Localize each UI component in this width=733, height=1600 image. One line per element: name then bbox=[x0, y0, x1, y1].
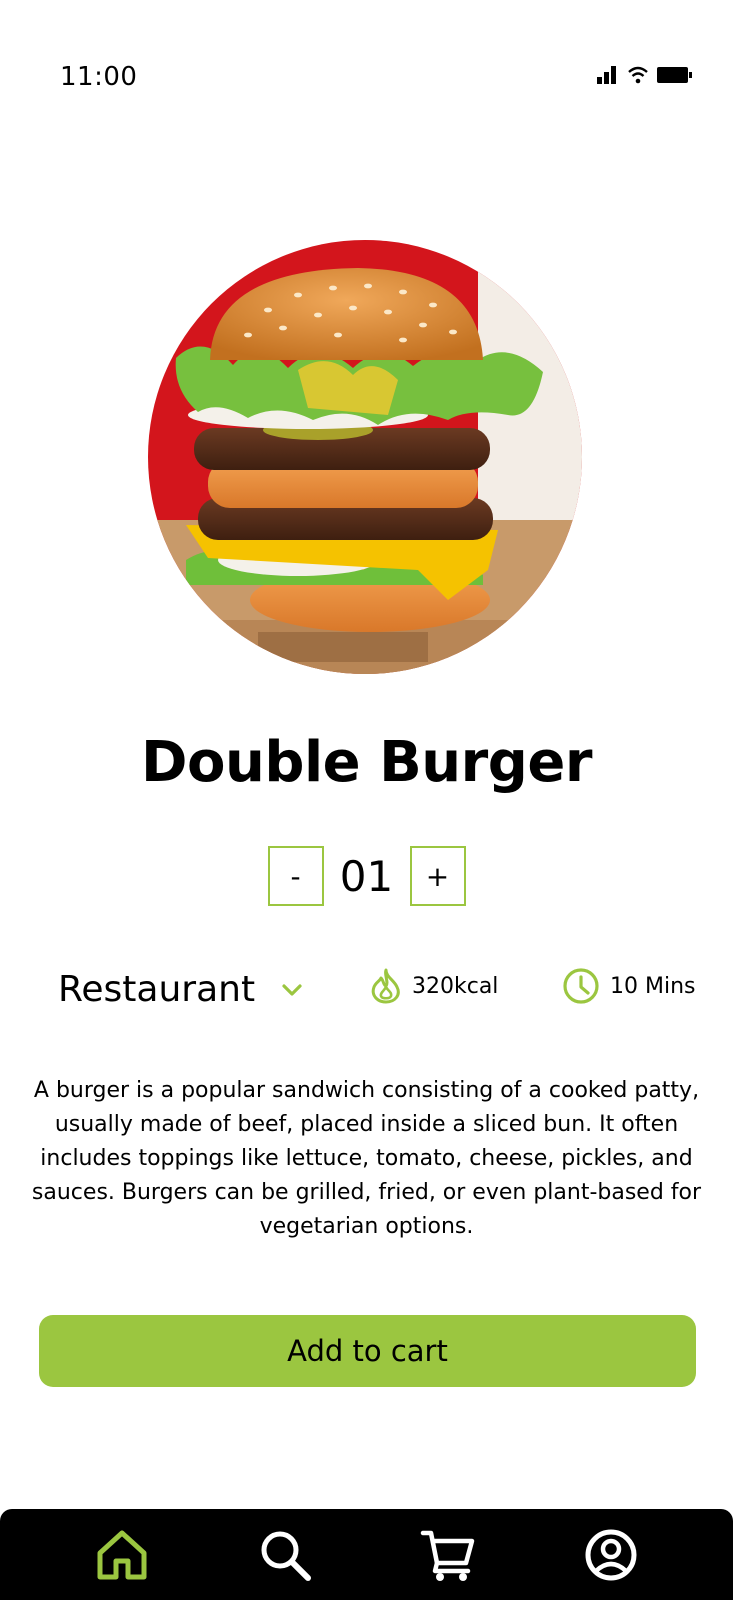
prep-time-info: 10 Mins bbox=[562, 967, 696, 1005]
quantity-stepper: - 01 + bbox=[0, 846, 733, 906]
decrement-button[interactable]: - bbox=[267, 846, 324, 906]
profile-icon bbox=[585, 1529, 637, 1580]
nav-cart[interactable] bbox=[413, 1520, 483, 1590]
flame-icon bbox=[371, 968, 400, 1004]
clock-icon bbox=[563, 968, 599, 1004]
restaurant-dropdown[interactable]: Restaurant bbox=[58, 969, 303, 1010]
bottom-nav bbox=[0, 1509, 733, 1600]
restaurant-label: Restaurant bbox=[58, 969, 256, 1010]
increment-button[interactable]: + bbox=[409, 846, 466, 906]
nav-search[interactable] bbox=[250, 1520, 320, 1590]
status-icons bbox=[597, 66, 693, 84]
product-title: Double Burger bbox=[141, 730, 592, 795]
product-image bbox=[148, 240, 582, 674]
status-time: 11:00 bbox=[60, 62, 138, 92]
home-icon bbox=[97, 1530, 147, 1579]
burger-illustration bbox=[148, 240, 582, 674]
prep-time-text: 10 Mins bbox=[610, 973, 696, 999]
battery-icon bbox=[657, 67, 692, 83]
status-bar: 11:00 bbox=[0, 0, 733, 150]
nav-profile[interactable] bbox=[576, 1520, 646, 1590]
info-row: Restaurant 320kcal 10 Mins bbox=[0, 955, 733, 1025]
nav-home[interactable] bbox=[87, 1520, 157, 1590]
chevron-down-icon bbox=[282, 983, 302, 996]
wifi-icon bbox=[628, 66, 648, 84]
cart-icon bbox=[420, 1530, 475, 1581]
quantity-value: 01 bbox=[339, 851, 394, 901]
add-to-cart-button[interactable]: Add to cart bbox=[39, 1315, 696, 1387]
calories-info: 320kcal bbox=[368, 967, 498, 1005]
search-icon bbox=[261, 1531, 311, 1581]
signal-icon bbox=[597, 66, 616, 84]
calories-text: 320kcal bbox=[412, 973, 499, 999]
product-description: A burger is a popular sandwich consistin… bbox=[31, 1078, 702, 1239]
